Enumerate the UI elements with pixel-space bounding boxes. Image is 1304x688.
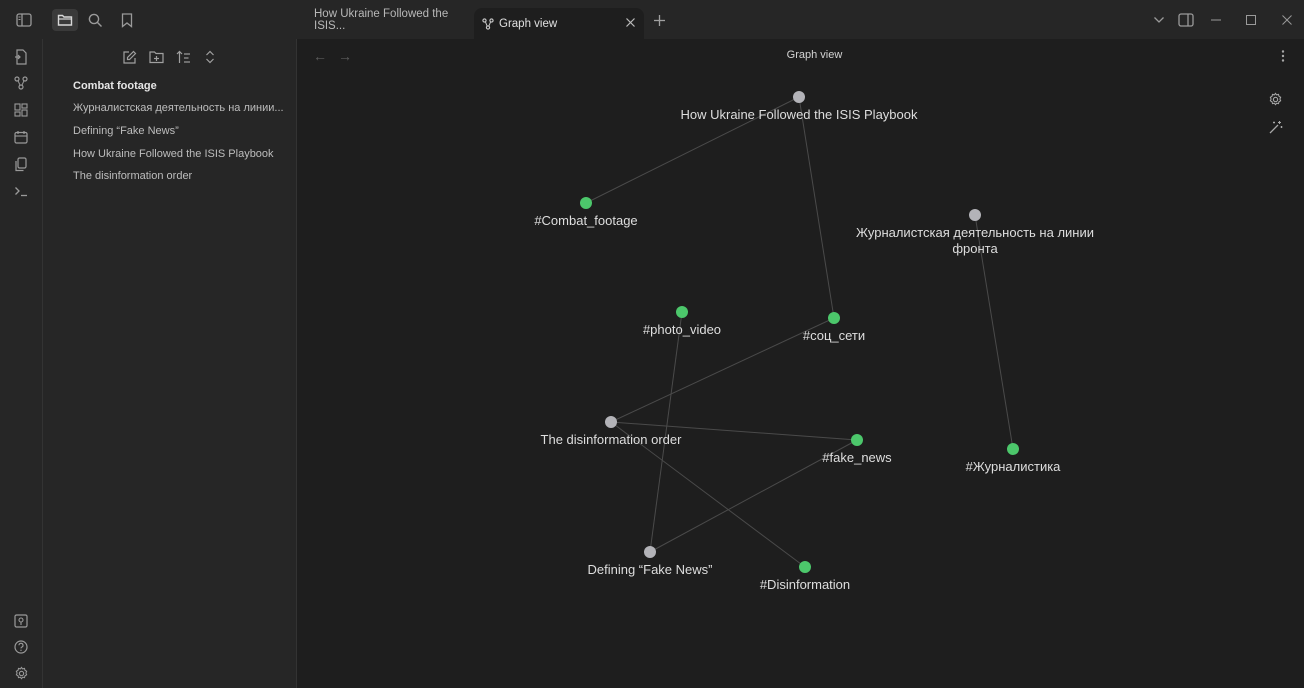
graph-edge-isis-soc xyxy=(798,96,835,319)
graph-node-dot[interactable] xyxy=(799,561,811,573)
graph-node-dot[interactable] xyxy=(969,209,981,221)
graph-node-dot[interactable] xyxy=(851,434,863,446)
file-explorer: Combat footage Журналистская деятельност… xyxy=(43,39,297,688)
graph-node-dot[interactable] xyxy=(828,312,840,324)
graph-node-zhurn[interactable]: #Журналистика xyxy=(966,443,1062,474)
graph-node-label: #Combat_footage xyxy=(534,213,637,228)
graph-node-dot[interactable] xyxy=(676,306,688,318)
graph-node-label: #Журналистика xyxy=(966,459,1062,474)
file-item-combat-footage[interactable]: Combat footage xyxy=(73,80,157,92)
graph-view-icon[interactable] xyxy=(11,73,31,93)
bookmark-icon[interactable] xyxy=(117,10,137,30)
graph-node-dot[interactable] xyxy=(644,546,656,558)
sort-icon[interactable] xyxy=(174,48,192,66)
file-item-defining-fake-news[interactable]: Defining “Fake News” xyxy=(73,125,179,137)
graph-node-label-line2: фронта xyxy=(952,241,998,256)
terminal-icon[interactable] xyxy=(11,181,31,201)
left-ribbon xyxy=(0,39,43,688)
new-tab-icon[interactable] xyxy=(649,10,669,30)
graph-node-label: The disinformation order xyxy=(541,432,683,447)
maximize-icon[interactable] xyxy=(1241,10,1261,30)
graph-node-dot[interactable] xyxy=(605,416,617,428)
graph-node-soc[interactable]: #соц_сети xyxy=(803,312,865,343)
toggle-left-sidebar-icon[interactable] xyxy=(14,10,34,30)
settings-gear-icon[interactable] xyxy=(11,663,31,683)
calendar-icon[interactable] xyxy=(11,127,31,147)
new-note-icon[interactable] xyxy=(120,48,138,66)
graph-node-defining[interactable]: Defining “Fake News” xyxy=(588,546,713,577)
graph-icon xyxy=(482,17,494,30)
tab-label: How Ukraine Followed the ISIS... xyxy=(314,7,449,32)
open-quick-switcher-icon[interactable] xyxy=(11,47,31,67)
graph-node-label: How Ukraine Followed the ISIS Playbook xyxy=(680,107,918,122)
file-item-journalism[interactable]: Журналистская деятельность на линии... xyxy=(73,102,284,114)
graph-node-combat[interactable]: #Combat_footage xyxy=(534,197,638,228)
vault-switcher-icon[interactable] xyxy=(11,611,31,631)
graph-node-photo[interactable]: #photo_video xyxy=(643,306,721,337)
graph-node-dot[interactable] xyxy=(580,197,592,209)
minimize-icon[interactable] xyxy=(1206,10,1226,30)
graph-node-dot[interactable] xyxy=(793,91,805,103)
files-icon[interactable] xyxy=(52,9,78,31)
expand-collapse-icon[interactable] xyxy=(201,48,219,66)
toggle-right-sidebar-icon[interactable] xyxy=(1176,10,1196,30)
graph-node-label: Журналистская деятельность на линии xyxy=(856,225,1094,240)
graph-node-label: #соц_сети xyxy=(803,328,865,343)
graph-canvas[interactable]: How Ukraine Followed the ISIS Playbook #C… xyxy=(297,39,1304,688)
graph-node-label: #fake_news xyxy=(822,450,892,465)
tab-ukraine-isis[interactable]: How Ukraine Followed the ISIS... xyxy=(306,0,480,39)
help-icon[interactable] xyxy=(11,637,31,657)
file-item-disinformation-order[interactable]: The disinformation order xyxy=(73,170,192,182)
graph-view-pane: ← → Graph view How Ukraine Followed the … xyxy=(297,39,1304,688)
graph-node-label: Defining “Fake News” xyxy=(588,562,713,577)
search-icon[interactable] xyxy=(85,10,105,30)
new-folder-icon[interactable] xyxy=(147,48,165,66)
graph-node-label: #Disinformation xyxy=(760,577,850,592)
tab-graph-view[interactable]: Graph view xyxy=(474,8,644,39)
title-bar: How Ukraine Followed the ISIS... Graph v… xyxy=(0,0,1304,39)
templates-icon[interactable] xyxy=(11,154,31,174)
graph-node-isis[interactable]: How Ukraine Followed the ISIS Playbook xyxy=(680,91,918,122)
graph-node-label: #photo_video xyxy=(643,322,721,337)
graph-node-journ[interactable]: Журналистская деятельность на линиифронт… xyxy=(856,209,1094,256)
tab-label: Graph view xyxy=(499,17,558,30)
canvas-icon[interactable] xyxy=(11,100,31,120)
close-tab-icon[interactable] xyxy=(625,17,636,28)
close-window-icon[interactable] xyxy=(1277,10,1297,30)
graph-node-disinfo[interactable]: #Disinformation xyxy=(760,561,850,592)
tab-list-chevron-icon[interactable] xyxy=(1149,10,1169,30)
file-item-ukraine-isis[interactable]: How Ukraine Followed the ISIS Playbook xyxy=(73,148,274,160)
graph-node-disorder[interactable]: The disinformation order xyxy=(541,416,683,447)
graph-node-dot[interactable] xyxy=(1007,443,1019,455)
